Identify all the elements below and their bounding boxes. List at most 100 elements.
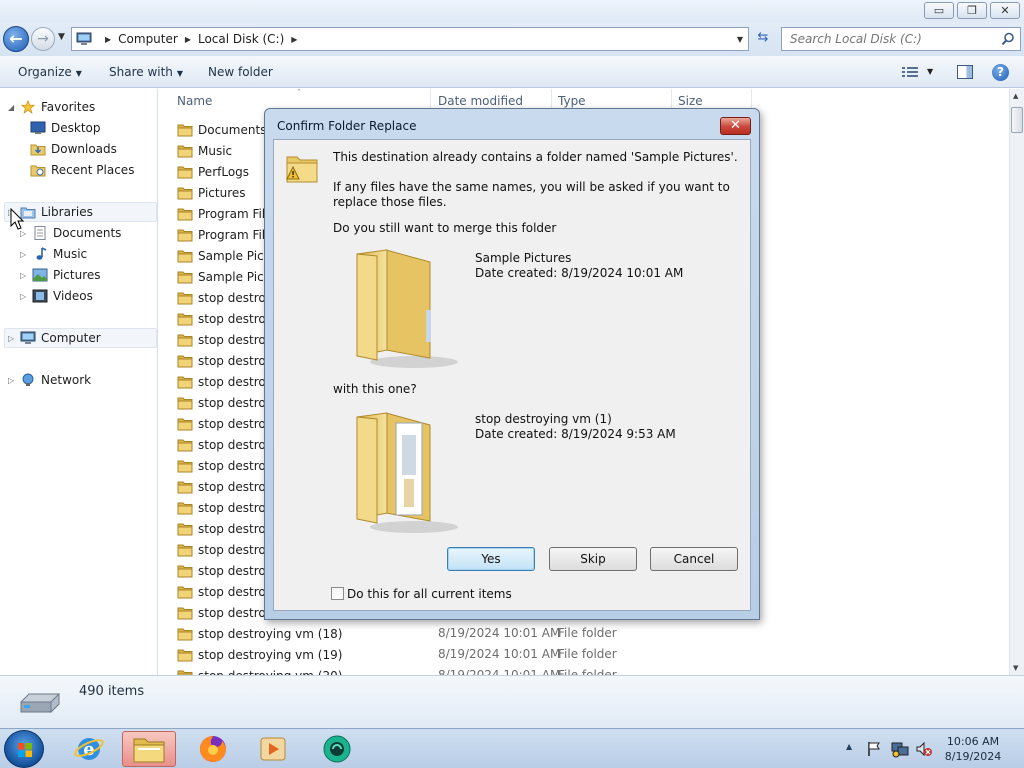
file-row[interactable]: Music bbox=[177, 140, 232, 161]
refresh-button[interactable]: ⇆ bbox=[752, 28, 774, 50]
file-row[interactable]: stop destroy bbox=[177, 455, 273, 476]
close-window-button[interactable]: ✕ bbox=[990, 2, 1020, 19]
expand-arrow-icon[interactable]: ▷ bbox=[20, 250, 32, 259]
file-row[interactable]: stop destroy bbox=[177, 308, 273, 329]
nav-favorites[interactable]: ◢ Favorites bbox=[8, 97, 95, 117]
nav-pictures[interactable]: ▷ Pictures bbox=[20, 265, 101, 285]
file-row[interactable]: Program File bbox=[177, 224, 273, 245]
search-input[interactable] bbox=[782, 28, 992, 50]
file-row[interactable]: stop destroy bbox=[177, 350, 273, 371]
expand-arrow-icon[interactable]: ▷ bbox=[20, 271, 32, 280]
action-center-flag-icon[interactable] bbox=[866, 741, 882, 757]
search-icon[interactable] bbox=[1001, 32, 1015, 46]
breadcrumb-local-disk[interactable]: Local Disk (C:) bbox=[198, 32, 284, 46]
with-this-one-text: with this one? bbox=[333, 382, 417, 396]
taskbar-windows-explorer[interactable] bbox=[122, 731, 176, 767]
vertical-scrollbar[interactable]: ▲ ▼ bbox=[1009, 89, 1024, 675]
start-button[interactable] bbox=[4, 730, 44, 768]
breadcrumb: ▶ Computer ▶ Local Disk (C:) ▶ bbox=[98, 32, 304, 46]
column-header-name[interactable]: Name bbox=[177, 89, 212, 113]
breadcrumb-computer[interactable]: Computer bbox=[118, 32, 178, 46]
new-folder-button[interactable]: New folder bbox=[208, 65, 273, 79]
taskbar-media-player[interactable] bbox=[246, 731, 300, 767]
file-row[interactable]: stop destroy bbox=[177, 413, 273, 434]
file-row[interactable]: stop destroy bbox=[177, 287, 273, 308]
system-clock[interactable]: 10:06 AM 8/19/2024 bbox=[934, 734, 1012, 764]
change-view-icon[interactable] bbox=[902, 66, 918, 78]
file-row[interactable]: Documents bbox=[177, 119, 266, 140]
address-bar[interactable]: ▶ Computer ▶ Local Disk (C:) ▶ ▼ bbox=[71, 27, 749, 51]
folder-icon bbox=[177, 208, 193, 220]
taskbar-firefox[interactable] bbox=[186, 731, 240, 767]
nav-videos[interactable]: ▷ Videos bbox=[20, 286, 93, 306]
share-with-button[interactable]: Share with ▼ bbox=[109, 65, 183, 79]
taskbar-internet-explorer[interactable]: e bbox=[62, 731, 116, 767]
file-row[interactable]: Pictures bbox=[177, 182, 246, 203]
file-row[interactable]: stop destroying vm (19) bbox=[177, 644, 342, 665]
file-row[interactable]: PerfLogs bbox=[177, 161, 249, 182]
nav-documents[interactable]: ▷ Documents bbox=[20, 223, 121, 243]
apply-all-label[interactable]: Do this for all current items bbox=[347, 587, 512, 602]
scrollbar-thumb[interactable] bbox=[1011, 107, 1023, 133]
nav-computer[interactable]: ▷ Computer bbox=[8, 328, 101, 348]
file-row[interactable]: Sample Pictu bbox=[177, 245, 276, 266]
volume-muted-icon[interactable] bbox=[915, 740, 933, 758]
skip-button[interactable]: Skip bbox=[549, 547, 637, 571]
file-row[interactable]: stop destroy bbox=[177, 560, 273, 581]
file-row[interactable]: stop destroy bbox=[177, 371, 273, 392]
search-box[interactable] bbox=[781, 27, 1021, 51]
cancel-button[interactable]: Cancel bbox=[650, 547, 738, 571]
nav-music[interactable]: ▷ Music bbox=[20, 244, 87, 264]
folder-icon bbox=[177, 229, 193, 241]
breadcrumb-separator-icon[interactable]: ▶ bbox=[185, 35, 191, 44]
expand-arrow-icon[interactable]: ▷ bbox=[8, 376, 20, 385]
file-row[interactable]: stop destroy bbox=[177, 497, 273, 518]
scroll-up-icon[interactable]: ▲ bbox=[1013, 92, 1018, 100]
expand-arrow-icon[interactable]: ▷ bbox=[20, 292, 32, 301]
file-row[interactable]: stop destroy bbox=[177, 581, 273, 602]
star-icon bbox=[20, 100, 36, 114]
breadcrumb-separator-icon[interactable]: ▶ bbox=[105, 35, 111, 44]
folder-icon bbox=[177, 586, 193, 598]
navigation-pane: ◢ Favorites Desktop Downloads Recent Pla… bbox=[0, 89, 158, 675]
address-dropdown-icon[interactable]: ▼ bbox=[737, 35, 743, 44]
destination-folder-icon[interactable] bbox=[352, 240, 462, 370]
folder-icon bbox=[177, 355, 193, 367]
back-button[interactable]: ← bbox=[3, 26, 29, 52]
forward-button[interactable]: → bbox=[31, 27, 55, 51]
scroll-down-icon[interactable]: ▼ bbox=[1013, 664, 1018, 672]
source-folder-icon[interactable] bbox=[352, 405, 462, 535]
file-row[interactable]: stop destroy bbox=[177, 476, 273, 497]
organize-button[interactable]: Organize ▼ bbox=[18, 65, 82, 79]
help-icon[interactable]: ? bbox=[992, 64, 1009, 81]
yes-button[interactable]: Yes bbox=[447, 547, 535, 571]
back-arrow-icon: ← bbox=[9, 29, 23, 48]
file-row[interactable]: stop destroying vm (18) bbox=[177, 623, 342, 644]
file-row[interactable]: stop destroy bbox=[177, 392, 273, 413]
show-hidden-icons[interactable]: ▲ bbox=[846, 742, 852, 751]
file-row[interactable]: stop destroying vm (20) bbox=[177, 665, 342, 675]
dialog-close-button[interactable]: ✕ bbox=[720, 117, 751, 135]
preview-pane-icon[interactable] bbox=[957, 65, 973, 79]
nav-desktop[interactable]: Desktop bbox=[30, 118, 101, 138]
nav-recent-places[interactable]: Recent Places bbox=[30, 160, 134, 180]
file-row[interactable]: Program File bbox=[177, 203, 273, 224]
nav-network[interactable]: ▷ Network bbox=[8, 370, 91, 390]
file-row[interactable]: stop destroy bbox=[177, 329, 273, 350]
nav-downloads[interactable]: Downloads bbox=[30, 139, 117, 159]
taskbar-green-app[interactable] bbox=[310, 731, 364, 767]
view-options-dropdown-icon[interactable]: ▼ bbox=[927, 67, 933, 76]
file-row[interactable]: stop destroy bbox=[177, 539, 273, 560]
collapse-arrow-icon[interactable]: ◢ bbox=[8, 103, 20, 112]
breadcrumb-separator-icon[interactable]: ▶ bbox=[291, 35, 297, 44]
file-row[interactable]: stop destroy bbox=[177, 518, 273, 539]
expand-arrow-icon[interactable]: ▷ bbox=[8, 334, 20, 343]
recent-pages-dropdown[interactable]: ▼ bbox=[58, 32, 65, 42]
network-status-icon[interactable] bbox=[891, 740, 909, 758]
apply-all-checkbox[interactable] bbox=[331, 587, 344, 600]
file-row[interactable]: stop destroy bbox=[177, 602, 273, 623]
minimize-button[interactable]: ▭ bbox=[924, 2, 954, 19]
maximize-button[interactable]: ❐ bbox=[957, 2, 987, 19]
file-row[interactable]: Sample Pictu bbox=[177, 266, 276, 287]
file-row[interactable]: stop destroy bbox=[177, 434, 273, 455]
